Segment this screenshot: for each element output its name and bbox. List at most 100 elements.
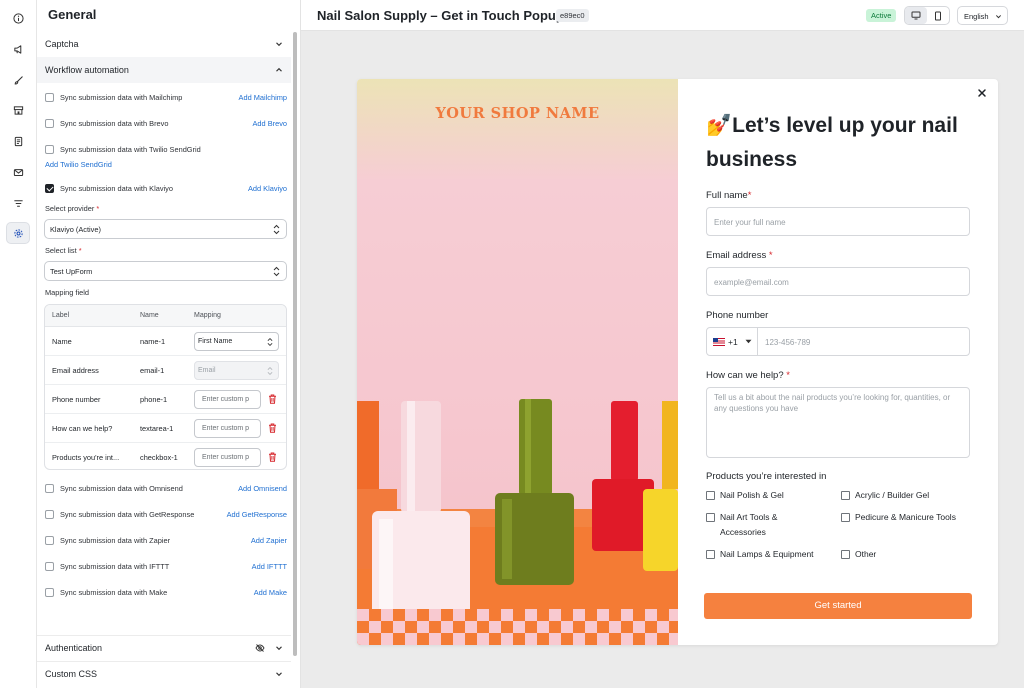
mobile-view-button[interactable] [927,7,949,24]
phone-input[interactable]: 123-456-789 [765,338,810,347]
section-workflow-automation[interactable]: Workflow automation [37,57,291,83]
mapping-custom-input[interactable]: Enter custom p [194,390,261,409]
list-select-value: Test UpForm [50,266,93,276]
option-label: Acrylic / Builder Gel [855,490,930,500]
brevo-checkbox[interactable] [45,118,54,128]
chevron-down-icon [276,646,282,651]
integration-label: Sync submission data with GetResponse [60,509,195,519]
caret-down-icon [745,339,752,344]
mapping-custom-input[interactable]: Enter custom p [194,419,261,438]
panel-title: General [48,7,97,22]
integration-label: Sync submission data with Mailchimp [60,92,183,102]
product-option[interactable]: Acrylic / Builder Gel [841,488,929,503]
option-label: Nail Lamps & Equipment [720,549,814,559]
mapping-custom-input[interactable]: Enter custom p [194,448,261,467]
mail-icon[interactable] [6,161,30,183]
desktop-icon [911,11,921,20]
language-select[interactable]: English [957,6,1008,25]
add-ifttt-link[interactable]: Add IFTTT [252,562,287,571]
integration-label: Sync submission data with Zapier [60,535,171,545]
mailchimp-checkbox[interactable] [45,92,54,102]
chevron-down-icon [276,672,282,677]
section-custom-css-label: Custom CSS [45,669,98,679]
add-getresponse-link[interactable]: Add GetResponse [227,510,287,519]
language-value: English [964,12,989,21]
option-checkbox[interactable] [841,513,850,522]
product-option[interactable]: Nail Polish & Gel [706,488,784,503]
add-sendgrid-link[interactable]: Add Twilio SendGrid [45,160,112,169]
integration-label: Sync submission data with Twilio SendGri… [60,144,201,154]
document-icon[interactable] [6,130,30,152]
table-row: Phone number phone-1 Enter custom p [45,385,286,414]
product-option[interactable]: Nail Art Tools & Accessories [706,510,816,540]
checker-pattern [357,609,678,645]
filter-icon[interactable] [6,192,30,214]
store-icon[interactable] [6,99,30,121]
close-icon[interactable] [976,87,988,99]
megaphone-icon[interactable] [6,38,30,60]
row-label: How can we help? [52,424,113,433]
brush-icon[interactable] [6,69,30,91]
integration-label: Sync submission data with Brevo [60,118,169,128]
add-make-link[interactable]: Add Make [254,588,287,597]
add-omnisend-link[interactable]: Add Omnisend [238,484,287,493]
get-started-button[interactable]: Get started [704,593,972,619]
section-captcha-label: Captcha [45,39,79,49]
klaviyo-checkbox[interactable] [45,183,54,193]
chevron-up-icon [276,67,282,72]
add-brevo-link[interactable]: Add Brevo [252,119,287,128]
list-select[interactable]: Test UpForm [44,261,287,281]
icon-rail [0,0,37,688]
make-checkbox[interactable] [45,587,54,597]
section-custom-css[interactable]: Custom CSS [37,661,291,687]
desktop-view-button[interactable] [905,7,927,24]
product-option[interactable]: Other [841,547,876,562]
add-zapier-link[interactable]: Add Zapier [251,536,287,545]
panel-scrollbar[interactable] [293,32,297,656]
omnisend-checkbox[interactable] [45,483,54,493]
table-row: How can we help? textarea-1 Enter custom… [45,414,286,443]
zapier-checkbox[interactable] [45,535,54,545]
full-name-input[interactable]: Enter your full name [706,207,970,236]
chevron-down-icon [995,15,1002,19]
top-bar: Nail Salon Supply – Get in Touch Popup e… [301,0,1024,31]
sendgrid-checkbox[interactable] [45,144,54,154]
option-label: Other [855,549,877,559]
trash-icon[interactable] [268,394,277,404]
eye-off-icon[interactable] [255,643,265,653]
mapping-table-header: Label Name Mapping [45,305,286,327]
integration-label: Sync submission data with Omnisend [60,483,183,493]
integration-ifttt: Sync submission data with IFTTT Add IFTT… [45,559,287,573]
info-icon[interactable] [6,7,30,29]
option-checkbox[interactable] [706,550,715,559]
country-code-select[interactable]: +1 [707,328,758,355]
option-checkbox[interactable] [841,550,850,559]
email-label: Email address * [706,250,773,261]
integration-getresponse: Sync submission data with GetResponse Ad… [45,507,287,521]
trash-icon[interactable] [268,423,277,433]
option-checkbox[interactable] [706,513,715,522]
add-klaviyo-link[interactable]: Add Klaviyo [248,184,287,193]
option-checkbox[interactable] [706,491,715,500]
gear-icon[interactable] [6,222,30,244]
add-mailchimp-link[interactable]: Add Mailchimp [239,93,287,102]
status-badge: Active [866,9,897,22]
mapping-select[interactable]: First Name [194,332,279,351]
integration-brevo: Sync submission data with Brevo Add Brev… [45,116,287,130]
ifttt-checkbox[interactable] [45,561,54,571]
mapping-select-value: Email [198,367,216,374]
product-option[interactable]: Nail Lamps & Equipment [706,547,814,562]
section-authentication[interactable]: Authentication [37,635,291,661]
provider-select[interactable]: Klaviyo (Active) [44,219,287,239]
table-row: Email address email-1 Email [45,356,286,385]
getresponse-checkbox[interactable] [45,509,54,519]
trash-icon[interactable] [268,452,277,462]
integration-label: Sync submission data with IFTTT [60,561,170,571]
product-option[interactable]: Pedicure & Manicure Tools [841,510,956,525]
section-captcha[interactable]: Captcha [37,31,291,57]
help-textarea[interactable]: Tell us a bit about the nail products yo… [706,387,970,458]
integration-klaviyo: Sync submission data with Klaviyo Add Kl… [45,181,287,195]
option-checkbox[interactable] [841,491,850,500]
row-label: Name [52,337,72,346]
email-input[interactable]: example@email.com [706,267,970,296]
